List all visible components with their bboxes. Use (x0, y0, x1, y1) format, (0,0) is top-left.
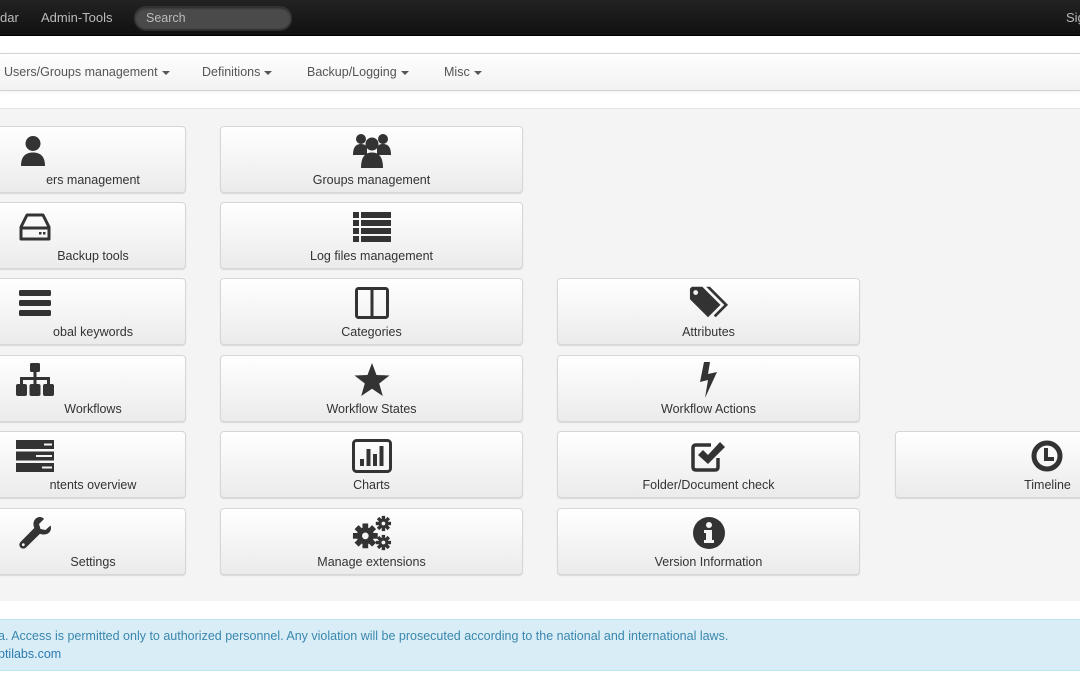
tile-label: Workflow States (326, 402, 417, 416)
tile-label: Attributes (682, 325, 735, 339)
list-icon (352, 209, 392, 245)
caret-down-icon (473, 70, 482, 75)
tile-label: Folder/Document check (642, 478, 775, 492)
tile-global-keywords[interactable]: obal keywords (0, 278, 186, 345)
tile-label: ers management (46, 173, 140, 187)
sign-out-link[interactable]: Sig (1066, 0, 1080, 36)
tile-version-information[interactable]: Version Information (557, 508, 860, 575)
star-icon (352, 362, 392, 398)
tile-manage-extensions[interactable]: Manage extensions (220, 508, 523, 575)
hdd-icon (15, 209, 55, 245)
bolt-icon (689, 362, 729, 398)
admin-menu-bar: Users/Groups management Definitions Back… (0, 53, 1080, 91)
caret-down-icon (400, 70, 409, 75)
tile-backup-tools[interactable]: Backup tools (0, 202, 186, 269)
tile-label: Timeline (1024, 478, 1071, 492)
tile-label: Backup tools (57, 249, 129, 263)
tile-label: Charts (353, 478, 390, 492)
legal-notice-alert: a. Access is permitted only to authorize… (0, 619, 1080, 671)
tile-label: Workflows (64, 402, 122, 416)
info-sign-icon (689, 515, 729, 551)
tile-workflow-actions[interactable]: Workflow Actions (557, 355, 860, 422)
tile-label: Workflow Actions (661, 402, 756, 416)
nav-link-calendar[interactable]: dar (0, 0, 19, 36)
tags-icon (689, 285, 729, 321)
tile-users-management[interactable]: ers management (0, 126, 186, 193)
menu-misc[interactable]: Misc (444, 54, 482, 91)
group-icon (352, 133, 392, 169)
legal-notice-text: a. Access is permitted only to authorize… (0, 629, 729, 643)
tile-contents-overview[interactable]: ntents overview (0, 431, 186, 498)
tile-label: Version Information (654, 555, 763, 569)
sitemap-icon (15, 362, 55, 398)
reorder-icon (15, 285, 55, 321)
menu-label: Misc (444, 65, 470, 79)
tile-folder-document-check[interactable]: Folder/Document check (557, 431, 860, 498)
tile-log-files-management[interactable]: Log files management (220, 202, 523, 269)
tile-groups-management[interactable]: Groups management (220, 126, 523, 193)
tile-settings[interactable]: Settings (0, 508, 186, 575)
tile-attributes[interactable]: Attributes (557, 278, 860, 345)
tile-timeline[interactable]: Timeline (895, 431, 1080, 498)
user-icon (13, 133, 53, 169)
menu-users-groups[interactable]: Users/Groups management (4, 54, 170, 91)
top-navbar: dar Admin-Tools Sig (0, 0, 1080, 36)
clock-icon (1027, 438, 1067, 474)
tile-categories[interactable]: Categories (220, 278, 523, 345)
wrench-icon (15, 515, 55, 551)
menu-label: Definitions (202, 65, 261, 79)
menu-definitions[interactable]: Definitions (202, 54, 273, 91)
admin-tools-panel: ers management Groups management Backup … (0, 108, 1080, 601)
tile-label: Settings (70, 555, 116, 569)
tile-workflow-states[interactable]: Workflow States (220, 355, 523, 422)
footer-website-link[interactable]: ptilabs.com (0, 647, 61, 661)
tile-label: Manage extensions (317, 555, 426, 569)
cogs-icon (352, 515, 392, 551)
tasks-icon (15, 438, 55, 474)
menu-label: Backup/Logging (307, 65, 397, 79)
tile-label: Log files management (310, 249, 433, 263)
nav-link-admin-tools[interactable]: Admin-Tools (41, 0, 113, 36)
tile-label: Categories (341, 325, 402, 339)
tile-workflows[interactable]: Workflows (0, 355, 186, 422)
caret-down-icon (264, 70, 273, 75)
menu-label: Users/Groups management (4, 65, 158, 79)
tile-label: obal keywords (53, 325, 133, 339)
tile-charts[interactable]: Charts (220, 431, 523, 498)
menu-backup-logging[interactable]: Backup/Logging (307, 54, 409, 91)
tile-label: ntents overview (49, 478, 137, 492)
caret-down-icon (161, 70, 170, 75)
bar-chart-icon (351, 438, 392, 474)
search-input[interactable] (134, 6, 292, 30)
columns-icon (352, 285, 392, 321)
tile-label: Groups management (312, 173, 431, 187)
check-icon (689, 438, 729, 474)
